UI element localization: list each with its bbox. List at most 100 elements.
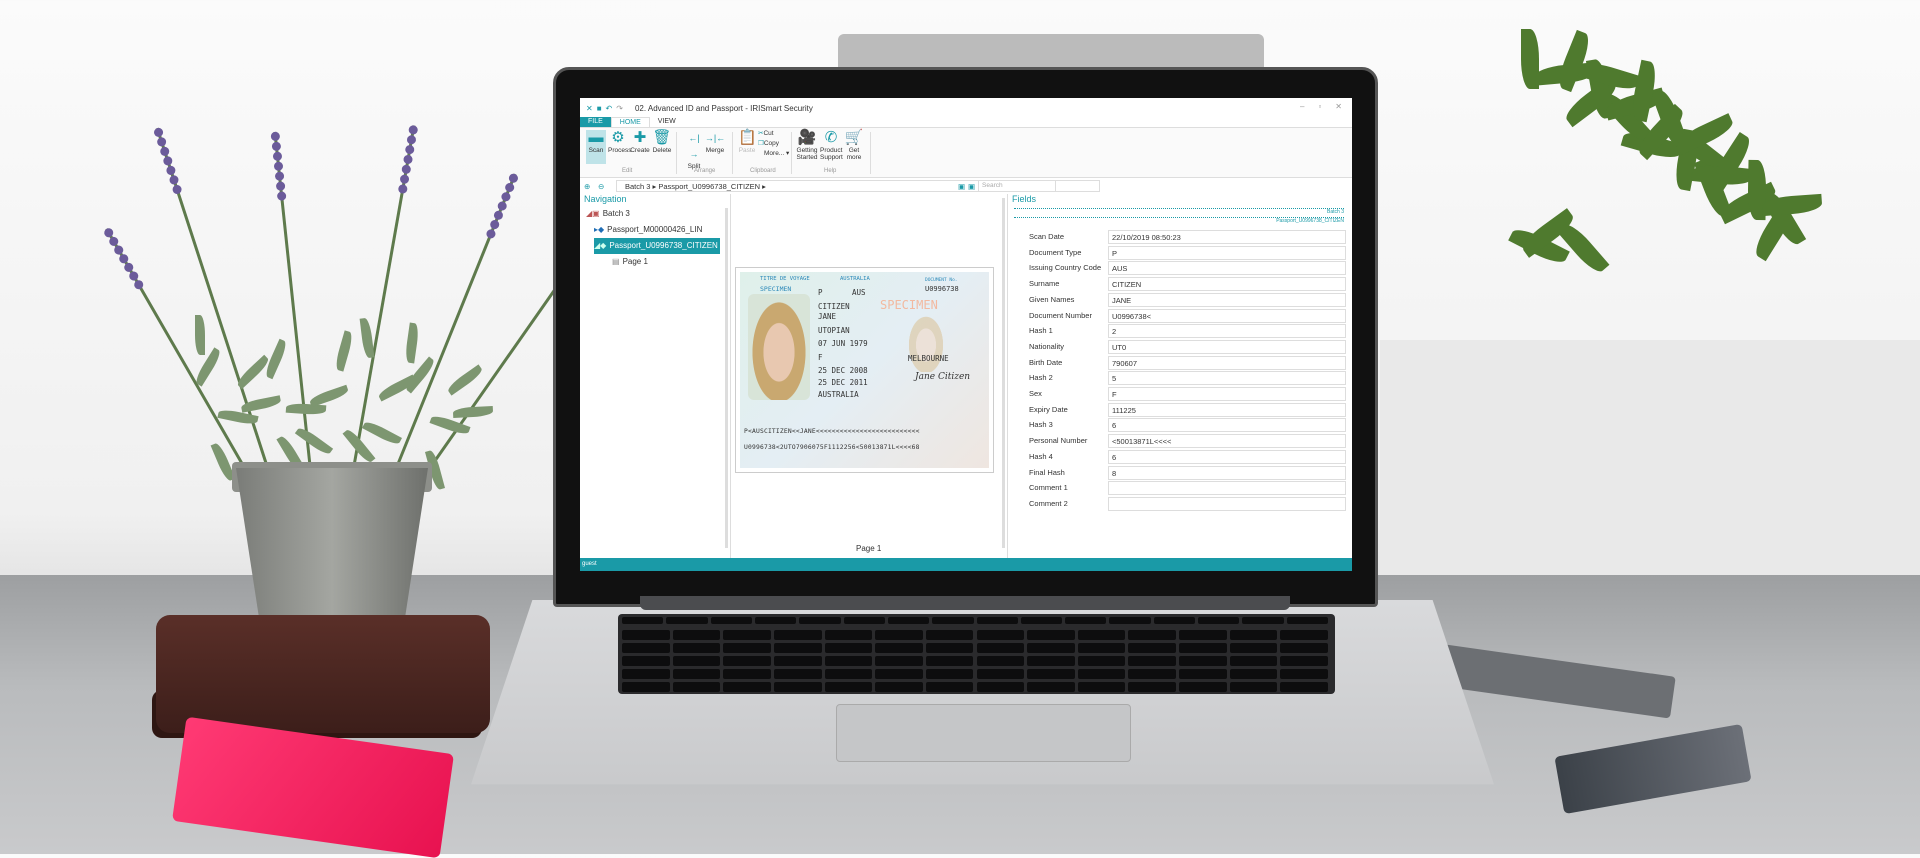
divider	[676, 132, 677, 174]
group-label-help: Help	[824, 168, 837, 174]
field-row: Issuing Country Code AUS	[1008, 261, 1352, 276]
field-label: Comment 2	[1029, 498, 1068, 508]
tree-item-passport-lin[interactable]: ▸◆ Passport_M00000426_LIN	[594, 222, 702, 238]
breadcrumb-document[interactable]: Passport_U0996738_CITIZEN	[658, 182, 760, 191]
pp-specimen-watermark: SPECIMEN	[880, 298, 938, 312]
label: Passport_M00000426_LIN	[607, 225, 703, 234]
field-value-input[interactable]: AUS	[1108, 261, 1346, 276]
field-value-input[interactable]: <50013871L<<<<	[1108, 434, 1346, 449]
field-value-input[interactable]: U0996738<	[1108, 308, 1346, 323]
keyboard-key	[622, 656, 670, 666]
field-value-input[interactable]: 2	[1108, 324, 1346, 339]
field-label: Hash 1	[1029, 326, 1053, 336]
delete-button[interactable]: 🗑 Delete	[652, 130, 672, 155]
plant-stem	[152, 126, 273, 481]
getting-started-button[interactable]: 🎥 Getting Started	[796, 130, 818, 162]
app-window: ✕ ■ ↶ ↷ 02. Advanced ID and Passport - I…	[580, 98, 1352, 571]
copy-button[interactable]: ❐Copy	[758, 140, 779, 147]
plant-leaf	[359, 317, 375, 359]
tree-item-passport-citizen[interactable]: ◢◆ Passport_U0996738_CITIZEN	[594, 238, 720, 254]
keyboard-key	[976, 617, 1018, 624]
keyboard-key	[1179, 682, 1227, 692]
keyboard-key	[799, 617, 841, 624]
keyboard-key	[887, 617, 930, 624]
lavender-bud	[270, 131, 281, 142]
maximize-icon[interactable]: ▫	[1318, 102, 1321, 111]
fields-title: Fields	[1012, 194, 1037, 204]
split-button[interactable]: ←|→ Split	[684, 130, 704, 170]
field-label: Hash 3	[1029, 420, 1053, 430]
close-icon[interactable]: ✕	[1335, 102, 1342, 111]
batch-link[interactable]: Batch 3	[1014, 208, 1344, 215]
lavender-bud	[399, 173, 410, 185]
lavender-bud	[274, 171, 285, 182]
tree-item-page[interactable]: ▤ Page 1	[612, 254, 648, 270]
field-row: Nationality UT0	[1008, 339, 1352, 354]
field-value-input[interactable]: 6	[1108, 449, 1346, 464]
open-folder-icon[interactable]: ■	[597, 104, 602, 113]
ghost-photo	[906, 312, 946, 372]
field-value-input[interactable]: 790607	[1108, 355, 1346, 370]
passport-icon: ◢◆	[594, 241, 607, 250]
scan-button[interactable]: ▬ Scan	[586, 130, 606, 164]
field-label: Document Type	[1029, 247, 1082, 257]
keyboard-key	[622, 669, 670, 679]
document-link[interactable]: Passport_U0996738_CITIZEN	[1014, 217, 1344, 224]
label: Paste	[738, 147, 756, 154]
tree-item-batch[interactable]: ◢▣ Batch 3	[586, 206, 630, 222]
keyboard-key	[1280, 630, 1328, 640]
field-value-input[interactable]: CITIZEN	[1108, 277, 1346, 292]
more-button[interactable]: More... ▾	[764, 150, 789, 157]
paste-button[interactable]: 📋 Paste	[738, 130, 757, 155]
lavender-bud	[272, 151, 283, 162]
field-value-input[interactable]: 8	[1108, 465, 1346, 480]
viewer-scrollbar[interactable]	[1002, 198, 1005, 548]
create-button[interactable]: ✚ Create	[630, 130, 650, 155]
undo-icon[interactable]: ↶	[606, 104, 613, 113]
field-value-input[interactable]: 22/10/2019 08:50:23	[1108, 230, 1346, 244]
field-value-input[interactable]: P	[1108, 245, 1346, 260]
back-icon[interactable]: ⊖	[598, 182, 604, 191]
product-support-button[interactable]: ✆ Product Support	[820, 130, 843, 162]
keyboard-key	[622, 682, 670, 692]
field-value-input[interactable]: F	[1108, 387, 1346, 401]
divider	[791, 132, 792, 174]
field-value-input[interactable]	[1108, 481, 1346, 496]
field-value-input[interactable]: UT0	[1108, 339, 1346, 354]
tab-file[interactable]: FILE	[580, 117, 611, 127]
pp-mrz-line2: U0996738<2UTO7906075F1112256<50013871L<<…	[744, 444, 920, 451]
nav-scrollbar[interactable]	[725, 208, 728, 548]
keyboard-key	[710, 617, 752, 624]
redo-icon[interactable]: ↷	[616, 104, 623, 113]
up-icon[interactable]: ⊕	[584, 182, 590, 191]
next-doc-icon[interactable]: ▣	[968, 182, 975, 191]
keyboard-key	[1128, 682, 1177, 692]
search-input[interactable]: Search	[978, 180, 1100, 192]
get-more-button[interactable]: 🛒 Get more	[844, 130, 864, 162]
minimize-icon[interactable]: –	[1300, 102, 1304, 111]
field-value-input[interactable]: 6	[1108, 418, 1346, 433]
merge-button[interactable]: →|← Merge	[704, 130, 726, 154]
label: Create	[630, 147, 650, 154]
plant-stem	[270, 131, 313, 481]
field-value-input[interactable]: JANE	[1108, 292, 1346, 307]
gears-icon: ⚙	[611, 129, 625, 146]
tab-home[interactable]: HOME	[610, 117, 650, 127]
process-button[interactable]: ⚙ Process	[608, 129, 631, 155]
tab-view[interactable]: VIEW	[650, 117, 684, 127]
keyboard-key	[1077, 682, 1126, 692]
right-plant	[1470, 29, 1823, 277]
keyboard-key	[1179, 643, 1227, 653]
prev-doc-icon[interactable]: ▣	[958, 182, 965, 191]
plant-leaf	[333, 330, 355, 372]
keyboard-key	[1286, 617, 1328, 624]
field-value-input[interactable]: 111225	[1108, 402, 1346, 417]
plant-leaf	[308, 384, 350, 408]
field-value-input[interactable]	[1108, 496, 1346, 511]
breadcrumb-batch[interactable]: Batch 3	[625, 182, 650, 191]
keyboard-key	[622, 630, 670, 640]
cut-button[interactable]: ✂Cut	[758, 130, 774, 137]
field-row: Sex F	[1008, 387, 1352, 401]
keyboard-key	[622, 643, 670, 653]
field-value-input[interactable]: 5	[1108, 371, 1346, 386]
